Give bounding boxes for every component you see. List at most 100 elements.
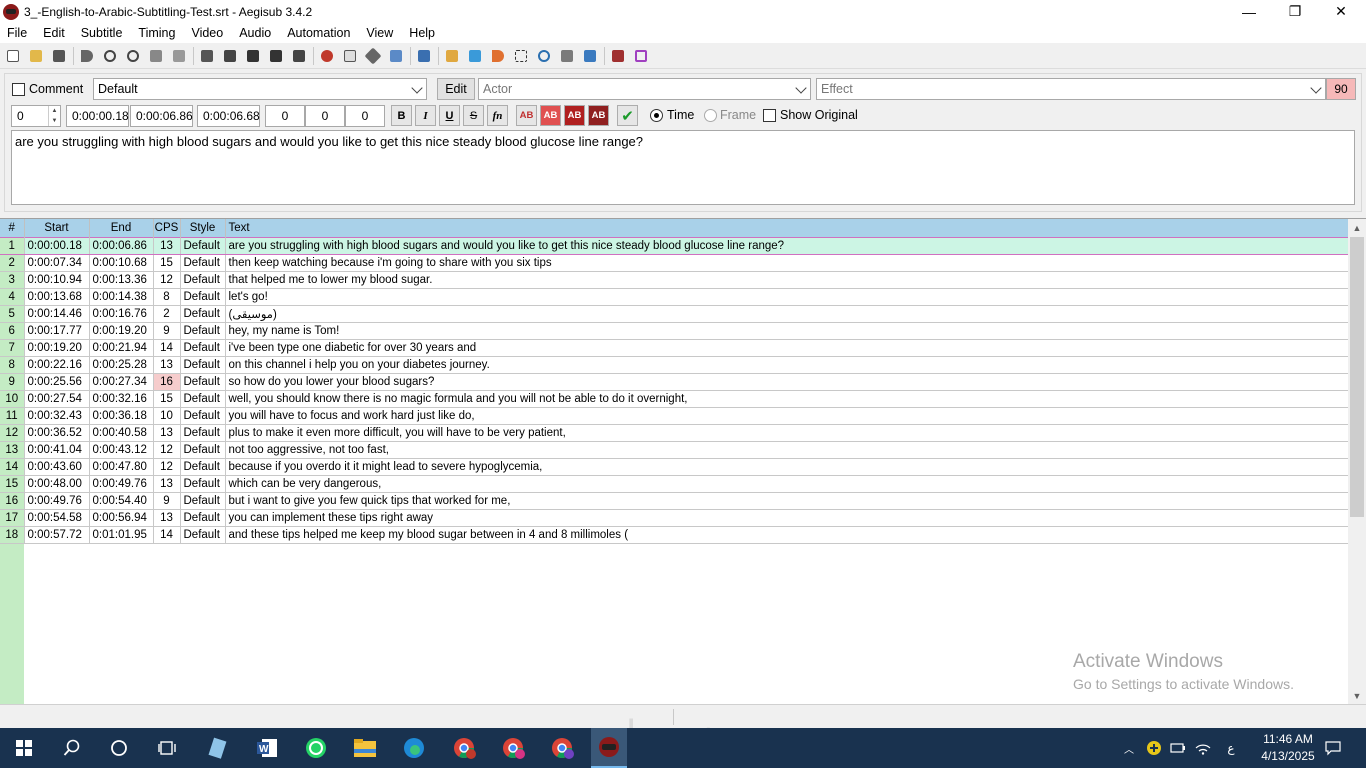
zoom-out-icon[interactable] (124, 47, 142, 65)
fonts-collector-icon[interactable] (221, 47, 239, 65)
task-view-icon[interactable] (153, 734, 181, 762)
table-row[interactable]: 2 0:00:07.34 0:00:10.68 15 Default then keep … (0, 254, 1349, 272)
table-row[interactable]: 18 0:00:57.72 0:01:01.95 14 Default and these… (0, 526, 1349, 544)
actor-input[interactable]: Actor (478, 78, 811, 100)
menu-file[interactable]: File (0, 26, 35, 40)
frame-radio[interactable] (704, 109, 717, 122)
table-row[interactable]: 1 0:00:00.18 0:00:06.86 13 Default are you st… (0, 236, 1349, 255)
header-end[interactable]: End (89, 219, 154, 237)
attachments-icon[interactable] (198, 47, 216, 65)
scrollbar-thumb[interactable] (1350, 237, 1364, 517)
select-lines-icon[interactable] (443, 47, 461, 65)
aegisub-taskbar-icon[interactable] (591, 728, 627, 768)
header-num[interactable]: # (0, 219, 25, 237)
kanji-timer-icon[interactable] (364, 47, 382, 65)
underline-button[interactable]: U (439, 105, 460, 126)
header-start[interactable]: Start (24, 219, 90, 237)
primary-color-button[interactable]: AB (516, 105, 537, 126)
secondary-color-button[interactable]: AB (540, 105, 561, 126)
bold-button[interactable]: B (391, 105, 412, 126)
table-row[interactable]: 16 0:00:49.76 0:00:54.40 9 Default but i want… (0, 492, 1349, 510)
margin-left-field[interactable]: 0 (265, 105, 305, 127)
minimize-button[interactable]: — (1226, 0, 1272, 23)
macro-icon[interactable] (632, 47, 650, 65)
save-icon[interactable] (50, 47, 68, 65)
table-row[interactable]: 6 0:00:17.77 0:00:19.20 9 Default hey, my nam… (0, 322, 1349, 340)
menu-audio[interactable]: Audio (231, 26, 279, 40)
time-radio[interactable] (650, 109, 663, 122)
taskbar-clock[interactable]: 11:46 AM 4/13/2025 (1250, 731, 1326, 765)
margin-right-field[interactable]: 0 (305, 105, 345, 127)
header-text[interactable]: Text (225, 219, 1349, 237)
chrome-a-icon[interactable] (548, 734, 576, 762)
italic-button[interactable]: I (415, 105, 436, 126)
end-time-field[interactable]: 0:00:06.86 (130, 105, 193, 127)
menu-video[interactable]: Video (183, 26, 231, 40)
table-row[interactable]: 8 0:00:22.16 0:00:25.28 13 Default on this ch… (0, 356, 1349, 374)
chrome-m-icon[interactable] (450, 734, 478, 762)
jump-to-icon[interactable] (78, 47, 96, 65)
video-icon[interactable] (267, 47, 285, 65)
menu-help[interactable]: Help (401, 26, 443, 40)
table-row[interactable]: 11 0:00:32.43 0:00:36.18 10 Default you will … (0, 407, 1349, 425)
restore-button[interactable]: ❐ (1272, 0, 1318, 23)
header-cps[interactable]: CPS (153, 219, 181, 237)
translation-icon[interactable] (341, 47, 359, 65)
search-icon[interactable] (58, 734, 86, 762)
resample-icon[interactable] (244, 47, 262, 65)
menu-automation[interactable]: Automation (279, 26, 358, 40)
clock-icon[interactable] (535, 47, 553, 65)
table-row[interactable]: 4 0:00:13.68 0:00:14.38 8 Default let's go! (0, 288, 1349, 306)
effect-input[interactable]: Effect (816, 78, 1326, 100)
strikeout-button[interactable]: S (463, 105, 484, 126)
cortana-icon[interactable] (105, 734, 133, 762)
timing-post-icon[interactable] (466, 47, 484, 65)
word-icon[interactable]: W (253, 734, 281, 762)
font-button[interactable]: fn (487, 105, 508, 126)
arrow-right-icon[interactable] (489, 47, 507, 65)
menu-subtitle[interactable]: Subtitle (73, 26, 131, 40)
scroll-up-icon[interactable]: ▲ (1348, 219, 1366, 237)
notifications-icon[interactable] (1320, 728, 1346, 768)
menu-view[interactable]: View (358, 26, 401, 40)
options-icon[interactable] (609, 47, 627, 65)
show-original-checkbox[interactable] (763, 109, 776, 122)
open-file-icon[interactable] (27, 47, 45, 65)
battery-icon[interactable] (1167, 728, 1189, 768)
header-style[interactable]: Style (180, 219, 226, 237)
zoom-in-icon[interactable] (101, 47, 119, 65)
whatsapp-icon[interactable] (302, 734, 330, 762)
new-file-icon[interactable] (4, 47, 22, 65)
scroll-down-icon[interactable]: ▼ (1348, 687, 1366, 704)
spinner-arrows-icon[interactable]: ▲ ▼ (48, 106, 60, 126)
chrome-k-icon[interactable] (499, 734, 527, 762)
grid-scrollbar[interactable]: ▲ ▼ (1348, 219, 1366, 704)
table-row[interactable]: 15 0:00:48.00 0:00:49.76 13 Default which can… (0, 475, 1349, 493)
keyframes-icon[interactable] (290, 47, 308, 65)
file-explorer-icon[interactable] (351, 734, 379, 762)
select-icon[interactable] (512, 47, 530, 65)
edit-style-button[interactable]: Edit (437, 78, 475, 100)
start-time-field[interactable]: 0:00:00.18 (66, 105, 129, 127)
commit-check-icon[interactable]: ✔ (617, 105, 638, 126)
shadow-color-button[interactable]: AB (588, 105, 609, 126)
layer-spinner[interactable]: 0 ▲ ▼ (11, 105, 61, 127)
table-row[interactable]: 3 0:00:10.94 0:00:13.36 12 Default that helpe… (0, 271, 1349, 289)
style-select[interactable]: Default (93, 78, 427, 100)
tray-app-icon[interactable] (1143, 728, 1165, 768)
tray-expand-icon[interactable]: ︿ (1118, 728, 1140, 768)
duration-field[interactable]: 0:00:06.68 (197, 105, 260, 127)
table-row[interactable]: 14 0:00:43.60 0:00:47.80 12 Default because i… (0, 458, 1349, 476)
table-row[interactable]: 7 0:00:19.20 0:00:21.94 14 Default i've been … (0, 339, 1349, 357)
table-row[interactable]: 17 0:00:54.58 0:00:56.94 13 Default you can i… (0, 509, 1349, 527)
table-row[interactable]: 13 0:00:41.04 0:00:43.12 12 Default not too a… (0, 441, 1349, 459)
menu-timing[interactable]: Timing (130, 26, 183, 40)
table-row[interactable]: 5 0:00:14.46 0:00:16.76 2 Default (موسيقى) (0, 305, 1349, 323)
comment-checkbox[interactable] (12, 83, 25, 96)
windows-start-icon[interactable] (10, 734, 38, 762)
automation-icon[interactable] (415, 47, 433, 65)
input-language[interactable]: ع (1220, 728, 1242, 768)
outline-color-button[interactable]: AB (564, 105, 585, 126)
close-button[interactable]: ✕ (1318, 0, 1364, 23)
properties-icon[interactable] (170, 47, 188, 65)
